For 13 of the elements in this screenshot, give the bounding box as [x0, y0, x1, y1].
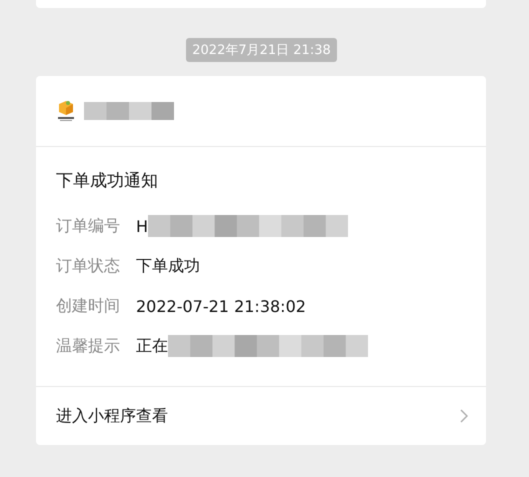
- timestamp: 2022年7月21日 21:38: [186, 38, 337, 62]
- chevron-right-icon: [460, 409, 468, 423]
- field-value: 下单成功: [136, 256, 200, 276]
- field-label: 订单状态: [56, 256, 121, 276]
- field-value: 正在: [136, 336, 168, 356]
- field-label: 订单编号: [56, 216, 121, 236]
- field-value: 2022-07-21 21:38:02: [136, 296, 306, 316]
- field-value: H: [136, 216, 148, 236]
- field-label: 温馨提示: [56, 336, 121, 356]
- box-logo-icon: [56, 100, 76, 122]
- notification-title: 下单成功通知: [56, 170, 159, 192]
- field-label: 创建时间: [56, 296, 121, 316]
- mini-program-link[interactable]: 进入小程序查看: [56, 406, 168, 426]
